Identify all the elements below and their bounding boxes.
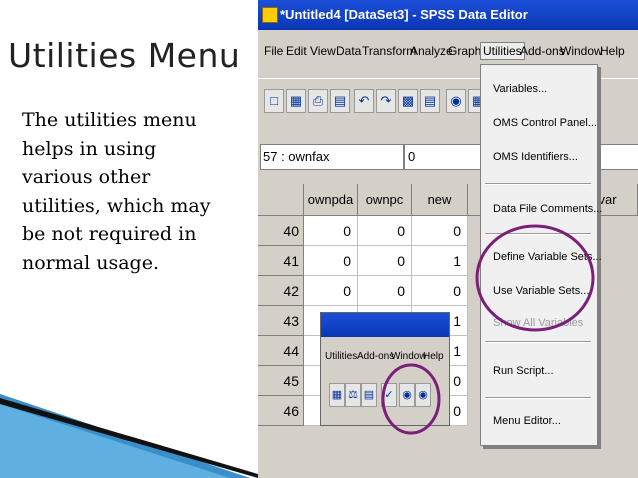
row-header[interactable]: 44 [258, 336, 304, 366]
inset-menu-bar: Utilities Add-ons Window Help [323, 349, 447, 367]
grid-cell[interactable]: 0 [358, 216, 412, 246]
value-labels-icon[interactable]: ✓ [381, 383, 397, 407]
slide-body-text: The utilities menu helps in using variou… [22, 106, 254, 277]
save-icon[interactable]: ▦ [286, 89, 306, 113]
column-header[interactable]: new [412, 184, 468, 216]
grid-cell[interactable]: 0 [304, 246, 358, 276]
menu-item-variables[interactable]: Variables... [493, 83, 547, 95]
menu-separator [485, 183, 591, 185]
column-header[interactable]: ownpda [304, 184, 358, 216]
menu-separator [485, 233, 591, 235]
weight-cases-icon[interactable]: ⚖ [345, 383, 361, 407]
dialog-recall-icon[interactable]: ▤ [330, 89, 350, 113]
menu-item-oms-identifiers[interactable]: OMS Identifiers... [493, 151, 578, 163]
menu-item-menu-editor[interactable]: Menu Editor... [493, 415, 561, 427]
inset-menu-window[interactable]: Window [391, 351, 427, 362]
grid-cell[interactable]: 0 [358, 276, 412, 306]
menu-utilities[interactable]: Utilities [480, 42, 525, 60]
menu-window[interactable]: Window [560, 44, 603, 58]
menu-separator [485, 397, 591, 399]
menu-item-oms-control-panel[interactable]: OMS Control Panel... [493, 117, 597, 129]
variables-icon[interactable]: ▤ [420, 89, 440, 113]
menu-item-define-variable-sets[interactable]: Define Variable Sets... [493, 251, 602, 263]
window-title: *Untitled4 [DataSet3] - SPSS Data Editor [280, 7, 528, 22]
inset-titlebar [321, 313, 449, 337]
column-header[interactable]: ownpc [358, 184, 412, 216]
body-line: various other [22, 166, 151, 188]
row-header[interactable]: 43 [258, 306, 304, 336]
grid-cell[interactable]: 0 [412, 276, 468, 306]
row-header[interactable]: 40 [258, 216, 304, 246]
body-line: helps in using [22, 137, 157, 160]
row-header[interactable]: 42 [258, 276, 304, 306]
grid-corner [258, 184, 304, 216]
row-header[interactable]: 45 [258, 366, 304, 396]
use-variable-sets-icon[interactable]: ◉ [399, 383, 415, 407]
slide-title: Utilities Menu [8, 36, 241, 75]
menu-analyze[interactable]: Analyze [410, 44, 453, 58]
menu-data[interactable]: Data [336, 44, 361, 58]
split-file-icon[interactable]: ▦ [329, 383, 345, 407]
grid-cell[interactable]: 0 [412, 216, 468, 246]
body-line: be not required in [22, 223, 197, 245]
inset-menu-help[interactable]: Help [423, 351, 444, 362]
menu-help[interactable]: Help [600, 44, 625, 58]
menu-edit[interactable]: Edit [286, 44, 307, 58]
menu-separator [485, 341, 591, 343]
find-binoculars-icon[interactable]: ◉ [446, 89, 466, 113]
menu-addons[interactable]: Add-ons [520, 44, 565, 58]
undo-icon[interactable]: ↶ [354, 89, 374, 113]
menu-item-data-file-comments[interactable]: Data File Comments... [493, 203, 602, 215]
grid-cell[interactable]: 0 [358, 246, 412, 276]
window-titlebar[interactable]: *Untitled4 [DataSet3] - SPSS Data Editor [258, 0, 638, 30]
menu-file[interactable]: File [264, 44, 283, 58]
goto-case-icon[interactable]: ▩ [398, 89, 418, 113]
menu-item-use-variable-sets[interactable]: Use Variable Sets... [493, 285, 589, 297]
decorative-swoosh [0, 394, 258, 478]
menu-bar: File Edit View Data Transform Analyze Gr… [258, 42, 638, 64]
menu-transform[interactable]: Transform [362, 44, 416, 58]
body-line: The utilities menu [22, 109, 197, 131]
menu-view[interactable]: View [310, 44, 336, 58]
open-folder-icon[interactable]: □ [264, 89, 284, 113]
cell-reference[interactable]: 57 : ownfax [260, 144, 404, 170]
inset-menu-utilities[interactable]: Utilities [325, 351, 357, 362]
inset-menu-addons[interactable]: Add-ons [357, 351, 394, 362]
row-header[interactable]: 46 [258, 396, 304, 426]
grid-cell[interactable]: 0 [304, 216, 358, 246]
show-all-variables-icon[interactable]: ◉ [415, 383, 431, 407]
body-line: utilities, which may [22, 194, 211, 217]
grid-cell[interactable]: 0 [304, 276, 358, 306]
grid-cell[interactable]: 1 [412, 246, 468, 276]
utilities-dropdown-menu: Variables... OMS Control Panel... OMS Id… [480, 64, 602, 446]
print-icon[interactable]: ⎙ [308, 89, 328, 113]
inset-toolbar-zoom: Utilities Add-ons Window Help ▦ ⚖ ▤ ✓ ◉ … [320, 312, 450, 426]
body-line: normal usage. [22, 251, 159, 274]
spss-app-icon [262, 7, 278, 23]
redo-icon[interactable]: ↷ [376, 89, 396, 113]
row-header[interactable]: 41 [258, 246, 304, 276]
menu-item-show-all-variables: Show All Variables [493, 317, 584, 329]
select-cases-icon[interactable]: ▤ [361, 383, 377, 407]
menu-item-run-script[interactable]: Run Script... [493, 365, 554, 377]
